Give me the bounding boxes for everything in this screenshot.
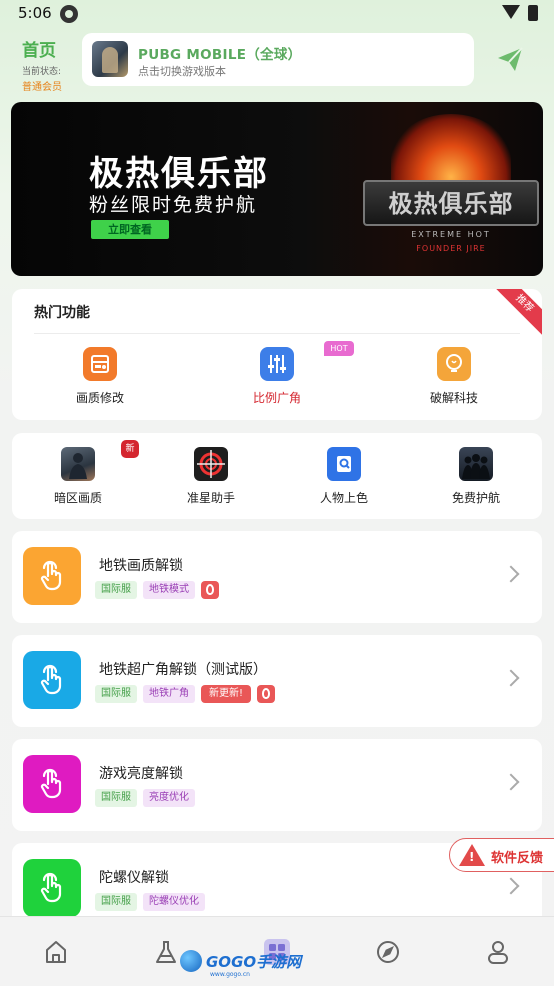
feature-label: 比例广角 xyxy=(252,391,301,405)
tool-label: 暗区画质 xyxy=(53,491,102,505)
send-icon[interactable] xyxy=(495,44,525,74)
tool-free-escort[interactable]: 免费护航 xyxy=(426,447,526,506)
warning-icon xyxy=(459,844,485,866)
fire-icon xyxy=(257,685,276,703)
recommend-ribbon: 推荐 xyxy=(489,289,542,339)
tool-label: 人物上色 xyxy=(319,491,368,505)
club-logo: 极热俱乐部 EXTREME HOT FOUNDER JIRE xyxy=(361,114,541,264)
tag-new-update: 新更新! xyxy=(201,685,252,703)
watermark-text: GOGO手游网 xyxy=(206,952,302,971)
feature-label: 画质修改 xyxy=(75,391,124,405)
game-thumbnail xyxy=(92,41,128,77)
tap-hand-icon xyxy=(23,651,81,709)
status-bar: 5:06 xyxy=(0,0,554,28)
squad-icon xyxy=(459,447,493,481)
tool-crosshair[interactable]: 准星助手 xyxy=(161,447,261,506)
fire-icon xyxy=(201,581,219,599)
tag-row: 国际服 亮度优化 xyxy=(95,789,195,807)
logo-english-2: FOUNDER JIRE xyxy=(416,244,486,253)
tool-label: 免费护航 xyxy=(451,491,500,505)
header: 首页 当前状态: 普通会员 PUBG MOBILE（全球） 点击切换游戏版本 xyxy=(0,30,554,93)
hot-features-title: 热门功能 xyxy=(34,305,90,321)
feedback-button[interactable]: 软件反馈 xyxy=(449,838,554,872)
banner-subtitle: 粉丝限时免费护航 xyxy=(89,194,258,216)
chevron-right-icon xyxy=(502,669,520,687)
item-title: 地铁画质解锁 xyxy=(99,558,183,574)
feedback-label: 软件反馈 xyxy=(491,851,544,866)
tag-row: 国际服 地铁模式 xyxy=(95,581,219,599)
member-level: 普通会员 xyxy=(22,82,62,93)
watermark: GOGO手游网 www.gogo.cn xyxy=(180,949,302,978)
tools-card: 暗区画质 新 准星助手 人物上色 免费护航 xyxy=(12,433,542,519)
tag-row: 国际服 地铁广角 新更新! xyxy=(95,685,276,703)
chevron-right-icon xyxy=(502,565,520,583)
game-switch-card[interactable]: PUBG MOBILE（全球） 点击切换游戏版本 xyxy=(82,33,474,86)
globe-icon xyxy=(180,950,202,972)
tap-hand-icon xyxy=(23,755,81,813)
banner-view-button[interactable]: 立即查看 xyxy=(91,220,169,239)
tap-hand-icon xyxy=(23,547,81,605)
profile-icon[interactable] xyxy=(485,939,511,965)
logo-text: 极热俱乐部 xyxy=(388,190,514,218)
chevron-right-icon xyxy=(502,773,520,791)
wifi-icon xyxy=(502,5,520,19)
crosshair-icon xyxy=(194,447,228,481)
logo-plate: 极热俱乐部 xyxy=(363,180,539,226)
item-title: 地铁超广角解锁（测试版） xyxy=(99,662,267,678)
game-name: PUBG MOBILE（全球） xyxy=(138,47,302,63)
logo-english-1: EXTREME HOT xyxy=(411,230,491,239)
tag-feature: 亮度优化 xyxy=(143,789,195,807)
banner-title: 极热俱乐部 xyxy=(89,154,269,194)
home-icon[interactable] xyxy=(43,939,69,965)
tag-row: 国际服 陀螺仪优化 xyxy=(95,893,205,911)
item-title: 游戏亮度解锁 xyxy=(99,766,183,782)
bottom-nav: GOGO手游网 www.gogo.cn xyxy=(0,916,554,986)
tag-feature: 地铁广角 xyxy=(143,685,195,703)
status-time: 5:06 xyxy=(18,4,52,22)
tool-character-color[interactable]: 人物上色 xyxy=(294,447,394,506)
feature-wide-angle[interactable]: 比例广角 xyxy=(217,347,337,406)
tool-dark-zone-quality[interactable]: 暗区画质 xyxy=(28,447,128,506)
feature-quality[interactable]: 画质修改 xyxy=(40,347,160,406)
tap-hand-icon xyxy=(23,859,81,917)
chevron-right-icon xyxy=(502,877,520,895)
bulb-icon xyxy=(437,347,471,381)
watermark-url: www.gogo.cn xyxy=(210,971,250,978)
new-badge: 新 xyxy=(121,440,139,458)
tag-international: 国际服 xyxy=(95,581,137,599)
page-title: 首页 xyxy=(22,41,56,61)
promo-banner[interactable]: 极热俱乐部 粉丝限时免费护航 立即查看 极热俱乐部 EXTREME HOT FO… xyxy=(11,102,543,276)
hot-features-card: 热门功能 推荐 画质修改 比例广角 HOT 破解科技 xyxy=(12,289,542,420)
tag-international: 国际服 xyxy=(95,893,137,911)
list-item-metro-wide-angle[interactable]: 地铁超广角解锁（测试版） 国际服 地铁广角 新更新! xyxy=(12,635,542,727)
soldier-icon xyxy=(61,447,95,481)
paint-icon xyxy=(327,447,361,481)
tool-label: 准星助手 xyxy=(186,491,235,505)
flask-icon[interactable] xyxy=(153,939,179,965)
home-block: 首页 当前状态: 普通会员 xyxy=(22,36,72,93)
quality-icon xyxy=(83,347,117,381)
list-item-metro-quality[interactable]: 地铁画质解锁 国际服 地铁模式 xyxy=(12,531,542,623)
tag-international: 国际服 xyxy=(95,685,137,703)
hot-badge: HOT xyxy=(324,341,354,356)
item-title: 陀螺仪解锁 xyxy=(99,870,169,886)
game-switch-hint: 点击切换游戏版本 xyxy=(138,65,226,78)
compass-icon[interactable] xyxy=(375,939,401,965)
feature-crack-tech[interactable]: 破解科技 xyxy=(394,347,514,406)
divider xyxy=(34,333,520,334)
tag-feature: 地铁模式 xyxy=(143,581,195,599)
sliders-icon xyxy=(260,347,294,381)
tag-feature: 陀螺仪优化 xyxy=(143,893,205,911)
list-item-brightness[interactable]: 游戏亮度解锁 国际服 亮度优化 xyxy=(12,739,542,831)
status-label: 当前状态: xyxy=(22,67,62,77)
tag-international: 国际服 xyxy=(95,789,137,807)
sync-icon xyxy=(60,5,78,23)
battery-icon xyxy=(528,5,538,21)
feature-label: 破解科技 xyxy=(429,391,478,405)
